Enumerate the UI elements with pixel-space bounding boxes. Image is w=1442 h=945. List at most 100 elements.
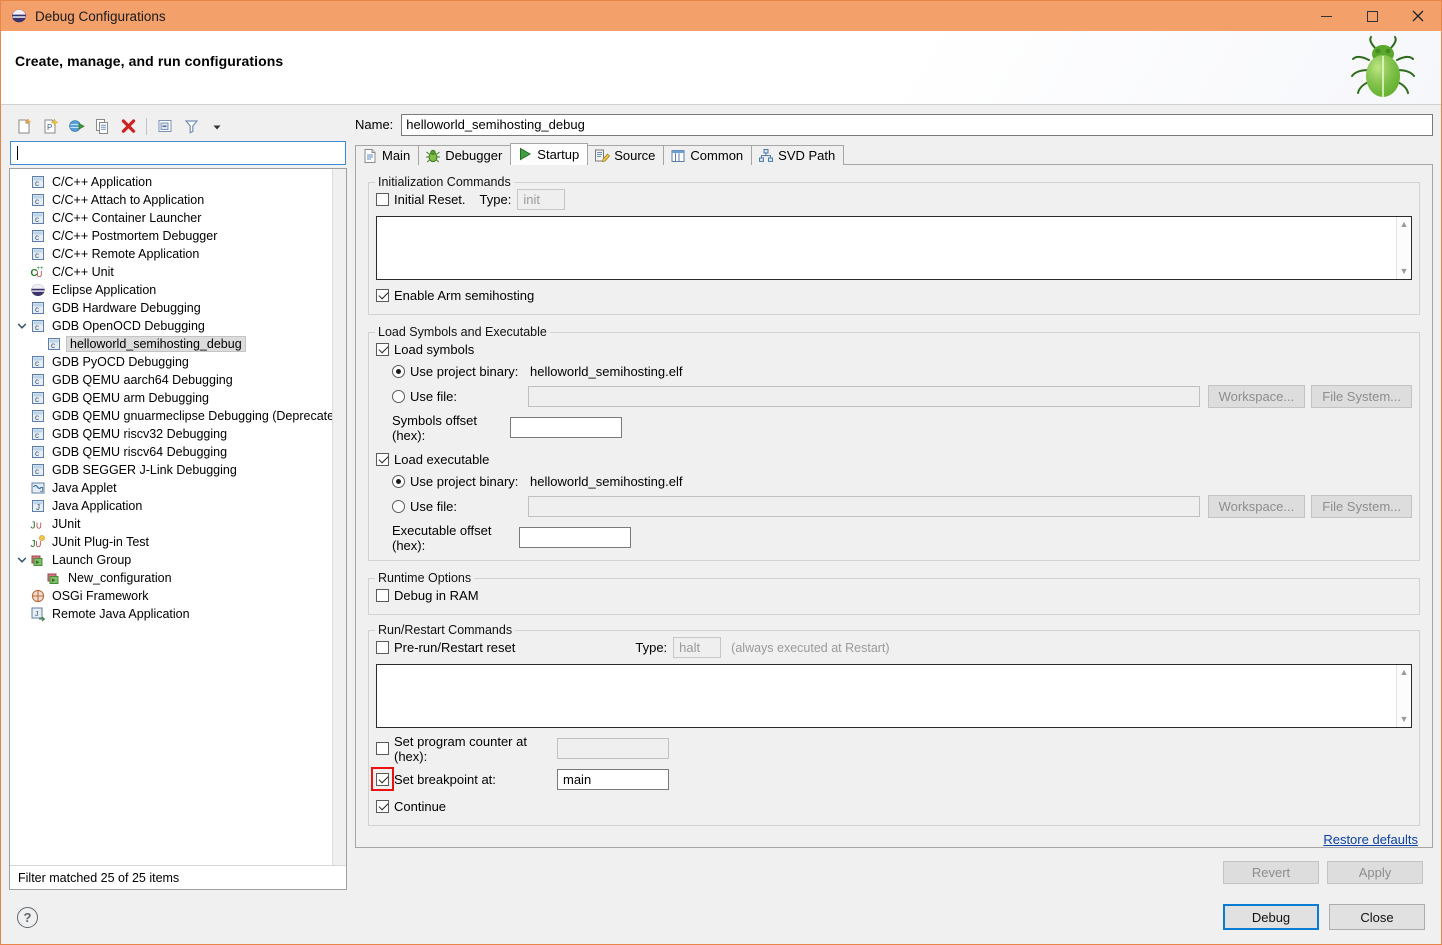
revert-button[interactable]: Revert	[1223, 861, 1319, 884]
tree-item[interactable]: OSGi Framework	[10, 587, 346, 605]
prerun-type-value: halt	[679, 640, 700, 655]
symbols-filesystem-button[interactable]: File System...	[1311, 385, 1412, 408]
tree-item[interactable]: JRemote Java Application	[10, 605, 346, 623]
svg-text:J: J	[35, 611, 39, 618]
svg-text:c: c	[35, 449, 39, 458]
prerun-type-input[interactable]: halt	[673, 637, 721, 658]
tree-item[interactable]: JJava Applet	[10, 479, 346, 497]
initial-reset-type-input[interactable]: init	[517, 189, 565, 210]
tree-item[interactable]: cGDB OpenOCD Debugging	[10, 317, 346, 335]
debug-in-ram-checkbox[interactable]	[376, 589, 389, 602]
tab-label: Debugger	[445, 148, 502, 163]
tab-source[interactable]: Source	[587, 145, 664, 166]
minimize-button[interactable]	[1303, 1, 1349, 31]
tab-main[interactable]: Main	[355, 145, 419, 166]
chevron-down-icon[interactable]	[14, 555, 30, 565]
exec-filesystem-button[interactable]: File System...	[1311, 495, 1412, 518]
tab-startup[interactable]: Startup	[510, 143, 588, 165]
close-button[interactable]: Close	[1329, 904, 1425, 930]
symbols-use-project-binary-radio[interactable]	[392, 365, 405, 378]
svg-text:c: c	[35, 467, 39, 476]
tree-item[interactable]: cC/C++ Postmortem Debugger	[10, 227, 346, 245]
enable-arm-semihosting-checkbox[interactable]	[376, 289, 389, 302]
chevron-down-icon[interactable]	[14, 321, 30, 331]
tree-item[interactable]: cGDB Hardware Debugging	[10, 299, 346, 317]
export-icon[interactable]	[64, 116, 88, 138]
new-prototype-icon[interactable]: P	[38, 116, 62, 138]
exec-use-file-radio[interactable]	[392, 500, 405, 513]
symbols-use-file-radio[interactable]	[392, 390, 405, 403]
tab-debugger[interactable]: Debugger	[418, 145, 511, 166]
chevron-down-icon[interactable]	[205, 116, 229, 138]
tree-vertical-scrollbar[interactable]	[332, 169, 346, 865]
run-restart-commands-scrollbar[interactable]: ▲ ▼	[1396, 665, 1411, 727]
executable-offset-label: Executable offset (hex):	[392, 523, 519, 553]
exec-use-file-input[interactable]	[528, 496, 1200, 517]
initial-reset-checkbox[interactable]	[376, 193, 389, 206]
name-input[interactable]: helloworld_semihosting_debug	[401, 114, 1433, 136]
duplicate-icon[interactable]	[90, 116, 114, 138]
source-tab-icon	[594, 148, 610, 164]
executable-offset-input[interactable]	[519, 527, 631, 548]
apply-button[interactable]: Apply	[1327, 861, 1423, 884]
symbols-workspace-button[interactable]: Workspace...	[1208, 385, 1306, 408]
exec-workspace-button[interactable]: Workspace...	[1208, 495, 1306, 518]
restore-defaults-link[interactable]: Restore defaults	[1323, 832, 1418, 847]
collapse-all-icon[interactable]	[153, 116, 177, 138]
tree-item[interactable]: cGDB QEMU riscv64 Debugging	[10, 443, 346, 461]
delete-icon[interactable]	[116, 116, 140, 138]
tree-item[interactable]: Launch Group	[10, 551, 346, 569]
tree-item[interactable]: chelloworld_semihosting_debug	[10, 335, 346, 353]
set-program-counter-input[interactable]	[557, 738, 669, 759]
initialization-commands-scrollbar[interactable]: ▲ ▼	[1396, 217, 1411, 279]
tree-item[interactable]: cGDB QEMU riscv32 Debugging	[10, 425, 346, 443]
tree-item[interactable]: cGDB QEMU aarch64 Debugging	[10, 371, 346, 389]
scroll-up-icon[interactable]: ▲	[1400, 668, 1409, 677]
tree-item[interactable]: JJava Application	[10, 497, 346, 515]
search-input[interactable]	[10, 141, 346, 165]
tree-item[interactable]: cC/C++ Remote Application	[10, 245, 346, 263]
close-icon[interactable]	[1395, 1, 1441, 31]
continue-checkbox[interactable]	[376, 800, 389, 813]
tree-item-label: Java Applet	[50, 480, 119, 496]
tree-item[interactable]: cGDB PyOCD Debugging	[10, 353, 346, 371]
scroll-down-icon[interactable]: ▼	[1400, 267, 1409, 276]
set-breakpoint-input[interactable]: main	[557, 769, 669, 790]
help-icon[interactable]: ?	[17, 907, 38, 928]
tab-common[interactable]: Common	[663, 145, 752, 166]
exec-use-project-binary-radio[interactable]	[392, 475, 405, 488]
tree-item[interactable]: cC/C++ Container Launcher	[10, 209, 346, 227]
java-applet-icon: J	[30, 480, 46, 496]
filter-icon[interactable]	[179, 116, 203, 138]
prerun-restart-reset-checkbox[interactable]	[376, 641, 389, 654]
load-executable-checkbox[interactable]	[376, 453, 389, 466]
tree-item[interactable]: cGDB QEMU arm Debugging	[10, 389, 346, 407]
load-symbols-checkbox[interactable]	[376, 343, 389, 356]
symbols-use-file-input[interactable]	[528, 386, 1200, 407]
tree-item[interactable]: JUJUnit	[10, 515, 346, 533]
set-program-counter-checkbox[interactable]	[376, 742, 389, 755]
tree-item-label: C/C++ Attach to Application	[50, 192, 206, 208]
initialization-commands-textarea[interactable]: ▲ ▼	[376, 216, 1412, 280]
symbols-offset-input[interactable]	[510, 417, 622, 438]
tree-item[interactable]: JUJUnit Plug-in Test	[10, 533, 346, 551]
tree-item[interactable]: C++UC/C++ Unit	[10, 263, 346, 281]
tree-item[interactable]: New_configuration	[10, 569, 346, 587]
new-config-icon[interactable]	[12, 116, 36, 138]
tree-item[interactable]: cGDB QEMU gnuarmeclipse Debugging (Depre…	[10, 407, 346, 425]
run-restart-commands-textarea[interactable]: ▲ ▼	[376, 664, 1412, 728]
debugger-tab-icon	[425, 148, 441, 164]
c-launch-icon: c	[30, 426, 46, 442]
debug-button[interactable]: Debug	[1223, 904, 1319, 930]
tab-svd-path[interactable]: SVD Path	[751, 145, 844, 166]
c-launch-icon: c	[30, 318, 46, 334]
set-breakpoint-checkbox[interactable]	[376, 773, 389, 786]
tree-item[interactable]: cC/C++ Application	[10, 173, 346, 191]
tree-item[interactable]: cGDB SEGGER J-Link Debugging	[10, 461, 346, 479]
tree-item[interactable]: Eclipse Application	[10, 281, 346, 299]
filter-status: Filter matched 25 of 25 items	[10, 865, 346, 889]
tree-item[interactable]: cC/C++ Attach to Application	[10, 191, 346, 209]
scroll-down-icon[interactable]: ▼	[1400, 715, 1409, 724]
scroll-up-icon[interactable]: ▲	[1400, 220, 1409, 229]
maximize-button[interactable]	[1349, 1, 1395, 31]
